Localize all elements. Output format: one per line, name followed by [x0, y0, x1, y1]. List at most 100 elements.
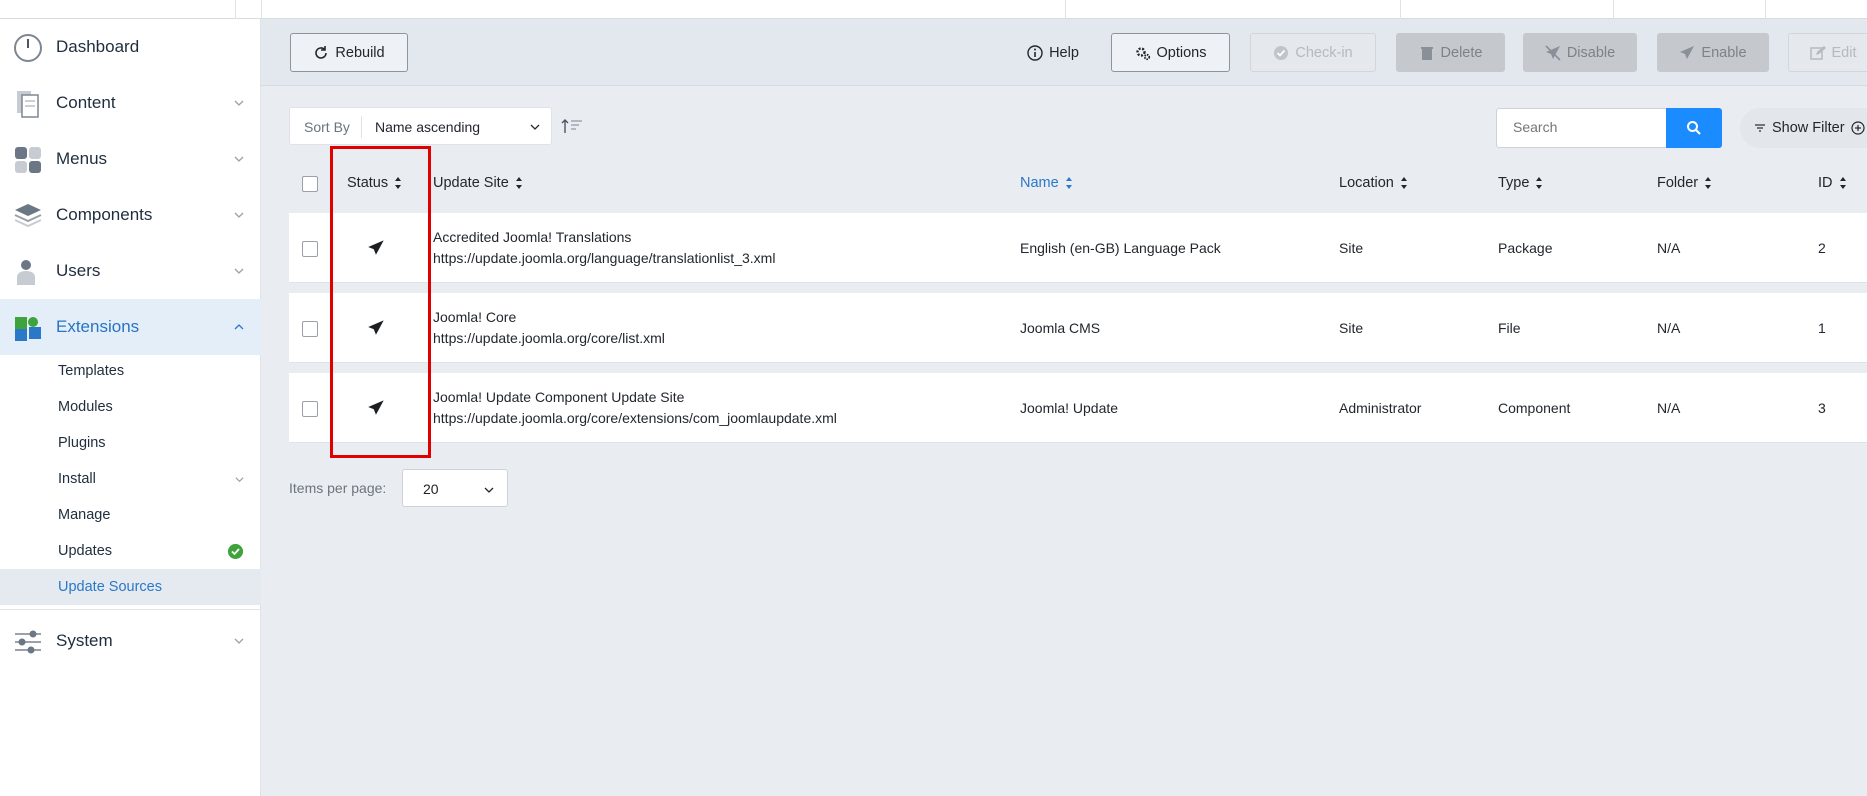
sidebar-item-system[interactable]: System	[0, 613, 261, 669]
update-site-url: https://update.joomla.org/language/trans…	[433, 250, 776, 266]
paper-plane-icon[interactable]	[368, 320, 384, 336]
sort-select[interactable]: Sort By Name ascending	[289, 107, 552, 145]
edit-button[interactable]: Edit	[1788, 33, 1867, 72]
top-bar	[0, 0, 1867, 19]
sidebar-subitem-update-sources[interactable]: Update Sources	[0, 569, 261, 605]
trash-icon	[1420, 46, 1433, 60]
sidebar-item-dashboard[interactable]: Dashboard	[0, 19, 261, 75]
delete-button[interactable]: Delete	[1396, 33, 1505, 72]
show-filter-button[interactable]: Show Filter	[1740, 108, 1867, 148]
row-checkbox[interactable]	[302, 321, 318, 337]
sidebar-subitem-install[interactable]: Install	[0, 461, 261, 497]
sidebar-subitem-plugins[interactable]: Plugins	[0, 425, 261, 461]
enable-label: Enable	[1701, 44, 1747, 61]
sort-icon	[1839, 177, 1846, 189]
update-site-cell: Joomla! Core https://update.joomla.org/c…	[433, 307, 665, 349]
search-button[interactable]	[1666, 108, 1722, 148]
help-label: Help	[1049, 44, 1079, 61]
column-header-id[interactable]: ID	[1818, 175, 1847, 191]
show-filter-label: Show Filter	[1772, 120, 1845, 136]
row-checkbox[interactable]	[302, 401, 318, 417]
search-input[interactable]	[1513, 109, 1663, 145]
update-site-cell: Accredited Joomla! Translations https://…	[433, 227, 775, 269]
sort-by-label: Sort By	[304, 119, 350, 135]
chevron-down-icon	[234, 268, 244, 274]
menus-icon	[15, 147, 41, 173]
sidebar-item-users[interactable]: Users	[0, 243, 261, 299]
sidebar-divider	[0, 609, 261, 610]
chevron-down-icon	[234, 100, 244, 106]
update-site-name: Joomla! Core	[433, 309, 517, 325]
sidebar-subitem-label: Install	[58, 471, 96, 487]
sidebar-item-components[interactable]: Components	[0, 187, 261, 243]
paper-plane-icon[interactable]	[368, 240, 384, 256]
checkin-button[interactable]: Check-in	[1250, 33, 1376, 72]
rebuild-button[interactable]: Rebuild	[290, 33, 408, 72]
column-header-location[interactable]: Location	[1339, 175, 1408, 191]
name-cell: Joomla CMS	[1020, 320, 1101, 336]
topbar-divider	[1400, 0, 1401, 19]
options-button[interactable]: Options	[1111, 33, 1230, 72]
column-header-status[interactable]: Status	[347, 175, 402, 191]
sidebar-subitem-modules[interactable]: Modules	[0, 389, 261, 425]
row-checkbox[interactable]	[302, 241, 318, 257]
sort-icon	[1400, 177, 1407, 189]
paper-plane-slash-icon	[1545, 44, 1561, 61]
column-header-label: Status	[347, 175, 389, 191]
sidebar-item-label: Menus	[56, 149, 108, 168]
sort-icon	[515, 177, 522, 189]
select-all-checkbox[interactable]	[302, 176, 318, 192]
refresh-icon	[315, 45, 328, 59]
sidebar-subitem-updates[interactable]: Updates	[0, 533, 261, 569]
chevron-down-icon	[530, 124, 540, 130]
topbar-divider	[261, 0, 262, 19]
check-circle-icon	[1274, 45, 1289, 60]
sidebar-item-menus[interactable]: Menus	[0, 131, 261, 187]
sort-value: Name ascending	[375, 119, 481, 135]
search-field	[1496, 108, 1667, 148]
location-cell: Site	[1339, 320, 1364, 336]
sidebar-subitem-templates[interactable]: Templates	[0, 353, 261, 389]
topbar-divider	[235, 0, 236, 19]
system-icon	[15, 630, 41, 654]
column-header-label: Name	[1020, 175, 1059, 191]
column-header-name[interactable]: Name	[1020, 175, 1073, 191]
sidebar-item-label: Extensions	[56, 317, 140, 336]
rebuild-label: Rebuild	[335, 44, 385, 61]
chevron-down-icon	[234, 638, 244, 644]
items-per-page-label: Items per page:	[289, 480, 387, 496]
sort-direction-icon[interactable]	[560, 117, 584, 135]
column-header-folder[interactable]: Folder	[1657, 175, 1712, 191]
location-cell: Administrator	[1339, 400, 1422, 416]
plus-circle-icon	[1850, 121, 1865, 135]
location-cell: Site	[1339, 240, 1364, 256]
toolbar: Rebuild Help Options Check-in Delete Dis…	[261, 19, 1867, 86]
type-cell: File	[1498, 320, 1521, 336]
content-icon	[17, 91, 39, 118]
help-button[interactable]: Help	[1023, 33, 1083, 72]
type-cell: Package	[1498, 240, 1553, 256]
table-row: Accredited Joomla! Translations https://…	[289, 213, 1867, 283]
update-site-name: Accredited Joomla! Translations	[433, 229, 632, 245]
update-site-url: https://update.joomla.org/core/extension…	[433, 410, 837, 426]
items-per-page-select[interactable]: 20	[402, 469, 508, 507]
gears-icon	[1135, 46, 1150, 60]
update-site-url: https://update.joomla.org/core/list.xml	[433, 330, 665, 346]
sidebar-item-extensions[interactable]: Extensions	[0, 299, 261, 355]
sidebar-subitem-manage[interactable]: Manage	[0, 497, 261, 533]
paper-plane-icon[interactable]	[368, 400, 384, 416]
sidebar-subitem-label: Plugins	[58, 435, 106, 451]
sort-icon	[1065, 177, 1072, 189]
column-header-update-site[interactable]: Update Site	[433, 175, 523, 191]
disable-button[interactable]: Disable	[1523, 33, 1637, 72]
sidebar-item-content[interactable]: Content	[0, 75, 261, 131]
paper-plane-icon	[1680, 45, 1695, 59]
options-label: Options	[1156, 44, 1207, 61]
column-header-type[interactable]: Type	[1498, 175, 1543, 191]
id-cell: 1	[1818, 320, 1826, 336]
search-icon	[1687, 121, 1701, 135]
chevron-up-icon	[234, 324, 244, 330]
items-per-page-value: 20	[423, 481, 439, 497]
enable-button[interactable]: Enable	[1657, 33, 1769, 72]
sidebar-item-label: Components	[56, 205, 153, 224]
